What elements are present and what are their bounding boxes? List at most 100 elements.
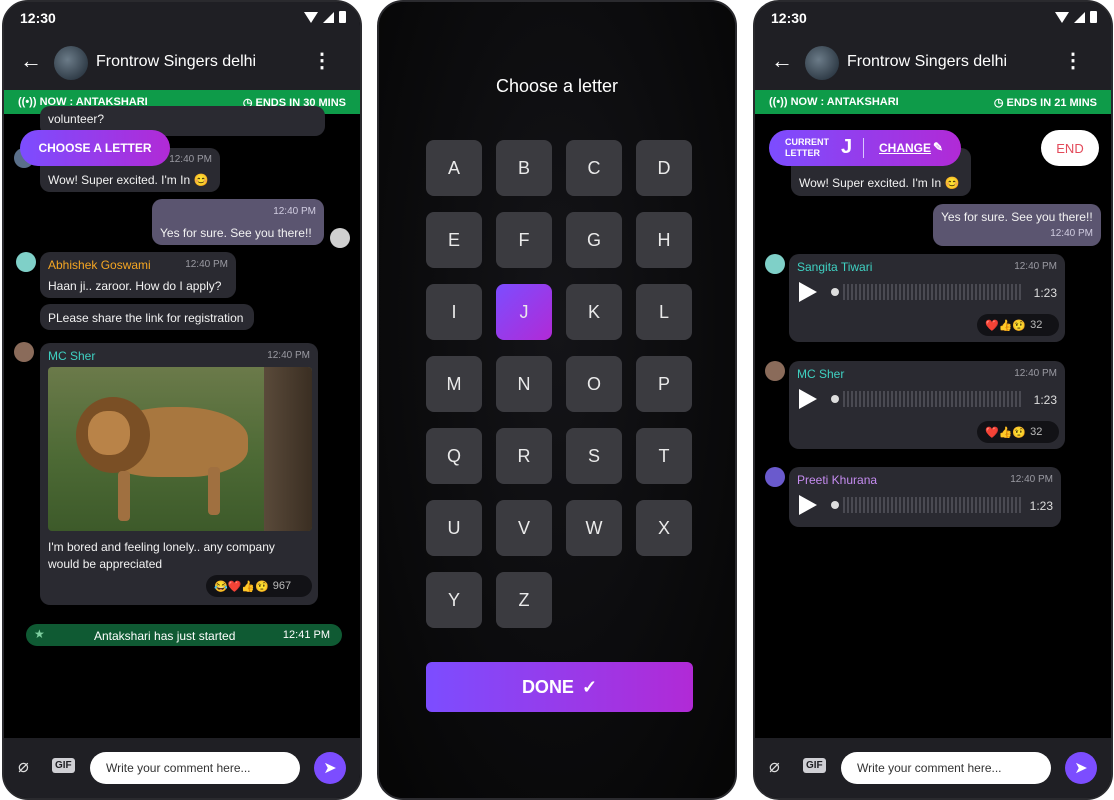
message-bubble: PLease share the link for registration: [40, 304, 254, 330]
done-button[interactable]: DONE ✓: [426, 662, 693, 712]
play-icon[interactable]: [799, 495, 817, 515]
reaction-bar[interactable]: 😂❤️👍🤨 967: [206, 575, 312, 597]
letter-key-m[interactable]: M: [426, 356, 482, 412]
audio-waveform[interactable]: [843, 284, 1021, 300]
choose-letter-button[interactable]: CHOOSE A LETTER: [20, 130, 170, 166]
play-icon[interactable]: [799, 282, 817, 302]
sender-name: Sangita Tiwari: [797, 260, 873, 274]
paperclip-icon[interactable]: ⌀: [18, 756, 29, 777]
letter-key-f[interactable]: F: [496, 212, 552, 268]
letter-key-s[interactable]: S: [566, 428, 622, 484]
audio-waveform[interactable]: [843, 497, 1021, 513]
letter-key-p[interactable]: P: [636, 356, 692, 412]
avatar[interactable]: [765, 361, 785, 381]
message-text: Yes for sure. See you there!!: [160, 226, 312, 240]
audio-duration: 1:23: [1029, 499, 1053, 513]
group-avatar[interactable]: [54, 46, 88, 80]
app-bar: ← Frontrow Singers delhi ⋮: [755, 36, 1111, 90]
battery-icon: [339, 11, 346, 23]
sender-name: Preeti Khurana: [797, 473, 878, 487]
letter-key-h[interactable]: H: [636, 212, 692, 268]
letter-key-u[interactable]: U: [426, 500, 482, 556]
letter-key-y[interactable]: Y: [426, 572, 482, 628]
reaction-emojis: ❤️👍🤨: [985, 319, 1027, 332]
change-letter-link[interactable]: CHANGE: [879, 141, 931, 155]
status-time: 12:30: [20, 10, 56, 26]
message-time: 12:40 PM: [1014, 368, 1057, 379]
phone-screen-chat: 12:30 ← Frontrow Singers delhi ⋮ ((•)) N…: [2, 0, 362, 800]
voice-message-bubble: Sangita Tiwari 12:40 PM 1:23 ❤️👍🤨 32: [789, 254, 1065, 342]
group-avatar[interactable]: [805, 46, 839, 80]
reaction-bar[interactable]: ❤️👍🤨 32: [977, 421, 1059, 443]
avatar[interactable]: [330, 228, 350, 248]
pencil-icon[interactable]: ✎: [933, 140, 943, 154]
group-title[interactable]: Frontrow Singers delhi: [96, 53, 256, 71]
send-button[interactable]: ➤: [1065, 752, 1097, 784]
letter-key-l[interactable]: L: [636, 284, 692, 340]
reaction-count: 967: [272, 580, 292, 592]
audio-scrubber[interactable]: [831, 288, 839, 296]
avatar[interactable]: [14, 342, 34, 362]
letter-key-k[interactable]: K: [566, 284, 622, 340]
group-title[interactable]: Frontrow Singers delhi: [847, 53, 1007, 71]
letter-key-t[interactable]: T: [636, 428, 692, 484]
letter-key-n[interactable]: N: [496, 356, 552, 412]
audio-duration: 1:23: [1033, 393, 1057, 407]
letter-key-b[interactable]: B: [496, 140, 552, 196]
system-message: ★ Antakshari has just started 12:41 PM: [26, 624, 342, 646]
send-button[interactable]: ➤: [314, 752, 346, 784]
play-icon[interactable]: [799, 389, 817, 409]
gif-icon[interactable]: GIF: [52, 758, 75, 773]
letter-key-w[interactable]: W: [566, 500, 622, 556]
letter-key-e[interactable]: E: [426, 212, 482, 268]
gif-icon[interactable]: GIF: [803, 758, 826, 773]
lion-photo[interactable]: [48, 367, 312, 531]
comment-input[interactable]: Write your comment here...: [841, 752, 1051, 784]
current-letter: J: [841, 136, 853, 158]
message-text: volunteer?: [48, 112, 105, 126]
letter-key-g[interactable]: G: [566, 212, 622, 268]
sender-name: MC Sher: [48, 349, 96, 363]
phone-screen-letter-picker: Choose a letter ABCD EFGH IJKL MNOP QRST UVWX…: [377, 0, 737, 800]
my-message-bubble: Yes for sure. See you there!! 12:40 PM: [933, 204, 1101, 246]
back-arrow-icon[interactable]: ←: [771, 48, 793, 74]
radio-broadcast-icon: ((•)): [18, 96, 40, 108]
signal-icon: [323, 11, 334, 23]
now-label: NOW : ANTAKSHARI: [790, 96, 899, 108]
status-bar: 12:30: [755, 2, 1111, 36]
letter-key-a[interactable]: A: [426, 140, 482, 196]
letter-key-j[interactable]: J: [496, 284, 552, 340]
chat-area[interactable]: Wow! Super excited. I'm In 😊 CURRENT LET…: [755, 114, 1111, 742]
letter-key-v[interactable]: V: [496, 500, 552, 556]
avatar[interactable]: [765, 254, 785, 274]
composer-bar: ⌀ GIF Write your comment here... ➤: [4, 738, 360, 798]
letter-key-r[interactable]: R: [496, 428, 552, 484]
message-time: 12:40 PM: [273, 206, 316, 217]
audio-scrubber[interactable]: [831, 501, 839, 509]
more-vert-icon[interactable]: ⋮: [1063, 48, 1083, 73]
audio-duration: 1:23: [1033, 286, 1057, 300]
more-vert-icon[interactable]: ⋮: [312, 48, 332, 73]
message-time: 12:40 PM: [185, 259, 228, 270]
letter-key-i[interactable]: I: [426, 284, 482, 340]
reaction-bar[interactable]: ❤️👍🤨 32: [977, 314, 1059, 336]
comment-input[interactable]: Write your comment here...: [90, 752, 300, 784]
avatar[interactable]: [765, 467, 785, 487]
letter-key-d[interactable]: D: [636, 140, 692, 196]
avatar[interactable]: [16, 252, 36, 272]
back-arrow-icon[interactable]: ←: [20, 48, 42, 74]
end-button[interactable]: END: [1041, 130, 1099, 166]
letter-key-o[interactable]: O: [566, 356, 622, 412]
live-event-banner: ((•)) NOW : ANTAKSHARI ◷ ENDS IN 21 MINS: [755, 90, 1111, 114]
letter-key-q[interactable]: Q: [426, 428, 482, 484]
sender-name: Abhishek Goswami: [48, 258, 151, 272]
audio-scrubber[interactable]: [831, 395, 839, 403]
letter-key-z[interactable]: Z: [496, 572, 552, 628]
chat-area[interactable]: volunteer? 12:40 PM Wow! Super excited. …: [4, 106, 360, 742]
paperclip-icon[interactable]: ⌀: [769, 756, 780, 777]
audio-waveform[interactable]: [843, 391, 1021, 407]
done-label: DONE: [521, 676, 574, 697]
system-text: Antakshari has just started: [94, 629, 236, 643]
letter-key-x[interactable]: X: [636, 500, 692, 556]
letter-key-c[interactable]: C: [566, 140, 622, 196]
